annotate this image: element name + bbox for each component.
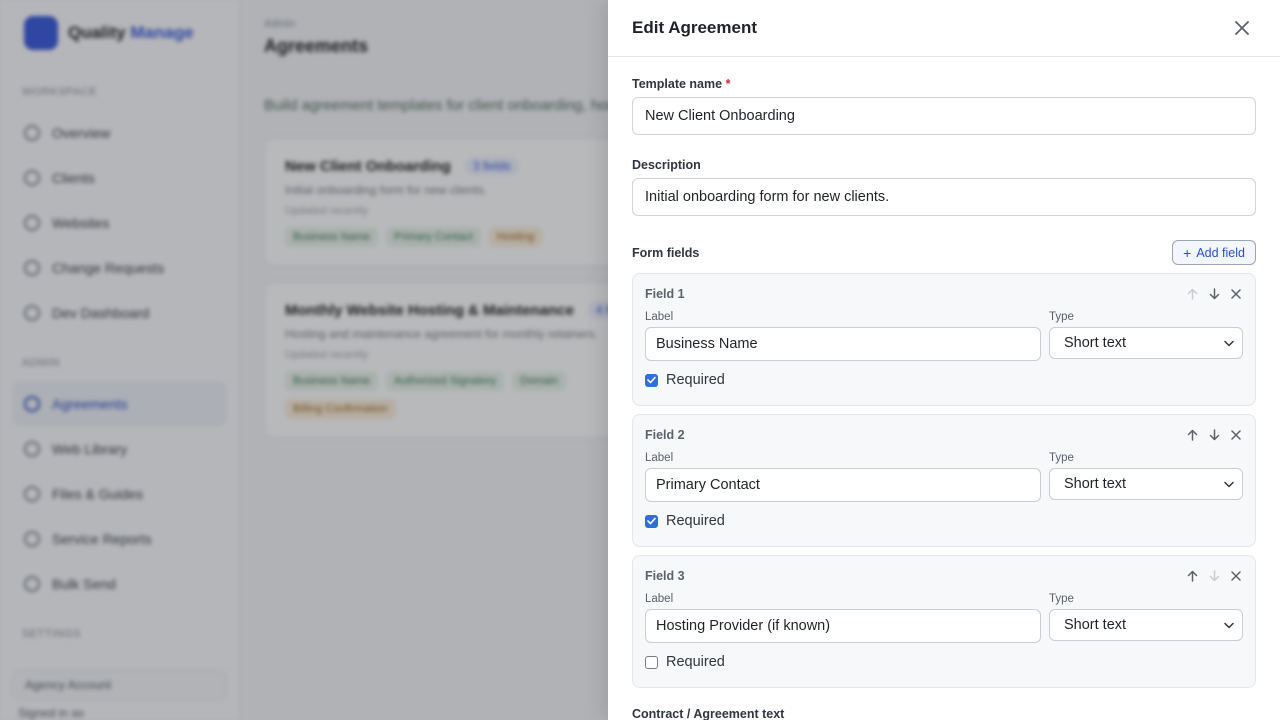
required-marker: * (725, 77, 731, 91)
required-label: Required (666, 654, 725, 670)
edit-agreement-drawer: Edit Agreement Template name * Descripti… (608, 0, 1280, 720)
required-label: Required (666, 372, 725, 388)
add-field-button[interactable]: + Add field (1172, 240, 1256, 265)
type-caption: Type (1049, 452, 1074, 464)
close-button[interactable] (1228, 14, 1256, 42)
chevron-down-icon (1224, 622, 1234, 628)
move-down-button[interactable] (1207, 569, 1221, 583)
form-field-card: Field 2 Label Type Short text (632, 414, 1256, 547)
add-field-label: Add field (1196, 245, 1245, 260)
checkmark-icon (647, 517, 656, 525)
move-up-button[interactable] (1185, 428, 1199, 442)
checkmark-icon (647, 376, 656, 384)
field-title: Field 2 (645, 428, 685, 442)
field-label-input[interactable] (645, 468, 1041, 502)
arrow-down-icon (1209, 570, 1219, 582)
form-field-card: Field 3 Label Type Short text (632, 555, 1256, 688)
remove-field-button[interactable] (1229, 287, 1243, 301)
arrow-up-icon (1187, 288, 1197, 300)
label-caption: Label (645, 311, 674, 323)
description-group: Description (632, 158, 1256, 216)
drawer-body: Template name * Description Form fields … (608, 57, 1280, 720)
required-checkbox[interactable] (645, 514, 658, 528)
label-caption: Label (645, 452, 674, 464)
close-icon (1231, 289, 1241, 299)
description-input[interactable] (632, 178, 1256, 216)
required-checkbox[interactable] (645, 655, 658, 669)
contract-text-label: Contract / Agreement text (632, 707, 785, 720)
description-label: Description (632, 158, 701, 172)
template-name-input[interactable] (632, 97, 1256, 135)
move-down-button[interactable] (1207, 428, 1221, 442)
close-icon (1235, 21, 1249, 35)
move-up-button[interactable] (1185, 569, 1199, 583)
field-type-value: Short text (1064, 335, 1127, 351)
move-up-button[interactable] (1185, 287, 1199, 301)
required-checkbox[interactable] (645, 373, 658, 387)
field-title: Field 3 (645, 569, 685, 583)
template-name-group: Template name * (632, 77, 1256, 135)
close-icon (1231, 430, 1241, 440)
field-label-input[interactable] (645, 609, 1041, 643)
field-type-select[interactable]: Short text (1049, 468, 1243, 500)
drawer-header: Edit Agreement (608, 0, 1280, 57)
label-caption: Label (645, 593, 674, 605)
type-caption: Type (1049, 593, 1074, 605)
arrow-up-icon (1187, 429, 1197, 441)
field-type-select[interactable]: Short text (1049, 327, 1243, 359)
arrow-down-icon (1209, 429, 1219, 441)
field-label-input[interactable] (645, 327, 1041, 361)
type-caption: Type (1049, 311, 1074, 323)
form-fields-label: Form fields (632, 245, 700, 260)
remove-field-button[interactable] (1229, 569, 1243, 583)
move-down-button[interactable] (1207, 287, 1221, 301)
field-type-value: Short text (1064, 476, 1127, 492)
form-field-card: Field 1 Label Type Short text (632, 273, 1256, 406)
plus-icon: + (1183, 244, 1192, 261)
required-label: Required (666, 513, 725, 529)
arrow-down-icon (1209, 288, 1219, 300)
template-name-label: Template name * (632, 77, 731, 91)
chevron-down-icon (1224, 481, 1234, 487)
field-type-value: Short text (1064, 617, 1127, 633)
remove-field-button[interactable] (1229, 428, 1243, 442)
field-type-select[interactable]: Short text (1049, 609, 1243, 641)
close-icon (1231, 571, 1241, 581)
chevron-down-icon (1224, 340, 1234, 346)
drawer-title: Edit Agreement (632, 18, 758, 37)
form-fields-header: Form fields + Add field (632, 240, 1256, 265)
field-title: Field 1 (645, 287, 685, 301)
arrow-up-icon (1187, 570, 1197, 582)
